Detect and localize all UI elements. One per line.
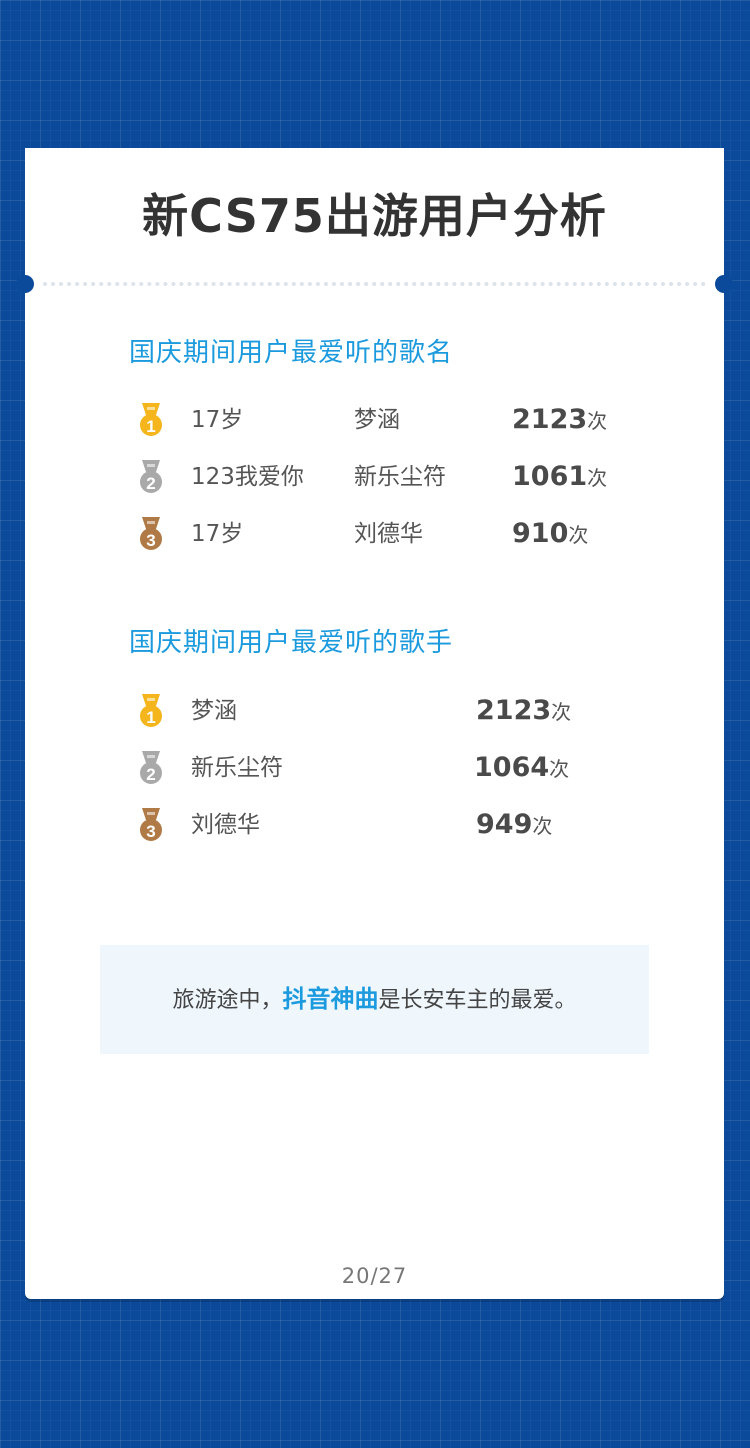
svg-text:2: 2 <box>146 474 155 493</box>
summary-highlight: 抖音神曲 <box>282 985 379 1013</box>
play-count-value: 2123 <box>512 404 588 435</box>
ticket-notch-left <box>16 275 34 293</box>
silver-medal-icon: 2 <box>140 460 162 493</box>
play-count-unit: 次 <box>587 409 608 433</box>
svg-text:1: 1 <box>146 417 155 436</box>
singer-row: 1 梦涵 2123次 <box>135 691 615 731</box>
play-count: 2123次 <box>512 400 607 443</box>
bronze-medal-icon: 3 <box>140 808 162 841</box>
songs-heading: 国庆期间用户最爱听的歌名 <box>129 338 454 368</box>
play-count: 910次 <box>512 514 588 557</box>
page-title: 新CS75出游用户分析 <box>142 189 607 243</box>
svg-text:2: 2 <box>146 765 155 784</box>
play-count-unit: 次 <box>568 523 589 547</box>
singers-heading: 国庆期间用户最爱听的歌手 <box>129 628 454 658</box>
play-count-unit: 次 <box>532 814 553 838</box>
summary-prefix: 旅游途中， <box>172 988 283 1013</box>
ticket-notch-right <box>715 275 733 293</box>
play-count-value: 2123 <box>476 695 552 726</box>
song-artist: 新乐尘符 <box>354 464 446 490</box>
song-row: 2 123我爱你 新乐尘符 1061次 <box>135 457 615 497</box>
singer-row: 2 新乐尘符 1064次 <box>135 748 615 788</box>
song-name: 17岁 <box>191 407 244 433</box>
gold-medal-icon: 1 <box>140 403 162 436</box>
song-row: 1 17岁 梦涵 2123次 <box>135 400 615 440</box>
gold-medal-icon: 1 <box>140 694 162 727</box>
summary-box: 旅游途中，抖音神曲是长安车主的最爱。 <box>100 945 649 1054</box>
play-count-unit: 次 <box>549 757 570 781</box>
play-count-unit: 次 <box>551 700 572 724</box>
singer-name: 刘德华 <box>191 812 260 838</box>
svg-text:1: 1 <box>146 708 155 727</box>
summary-suffix: 是长安车主的最爱。 <box>378 988 577 1013</box>
play-count-value: 949 <box>476 809 533 840</box>
page-indicator: 20/27 <box>341 1264 408 1288</box>
bronze-medal-icon: 3 <box>140 517 162 550</box>
play-count-value: 1061 <box>512 461 588 492</box>
play-count: 1064次 <box>474 748 569 791</box>
song-artist: 刘德华 <box>354 521 423 547</box>
silver-medal-icon: 2 <box>140 751 162 784</box>
play-count: 949次 <box>476 805 552 848</box>
song-row: 3 17岁 刘德华 910次 <box>135 514 615 554</box>
svg-text:3: 3 <box>146 531 155 550</box>
play-count: 1061次 <box>512 457 607 500</box>
singer-name: 新乐尘符 <box>191 755 283 781</box>
song-name: 17岁 <box>191 521 244 547</box>
singer-name: 梦涵 <box>191 698 237 724</box>
song-artist: 梦涵 <box>354 407 400 433</box>
play-count-value: 1064 <box>474 752 550 783</box>
singer-row: 3 刘德华 949次 <box>135 805 615 845</box>
svg-text:3: 3 <box>146 822 155 841</box>
play-count: 2123次 <box>476 691 571 734</box>
play-count-unit: 次 <box>587 466 608 490</box>
dotted-divider <box>43 282 706 286</box>
report-card: 新CS75出游用户分析 国庆期间用户最爱听的歌名 1 17岁 梦涵 2123次 … <box>16 148 733 1299</box>
play-count-value: 910 <box>512 518 569 549</box>
summary-text: 旅游途中，抖音神曲是长安车主的最爱。 <box>100 981 649 1019</box>
song-name: 123我爱你 <box>191 464 304 490</box>
